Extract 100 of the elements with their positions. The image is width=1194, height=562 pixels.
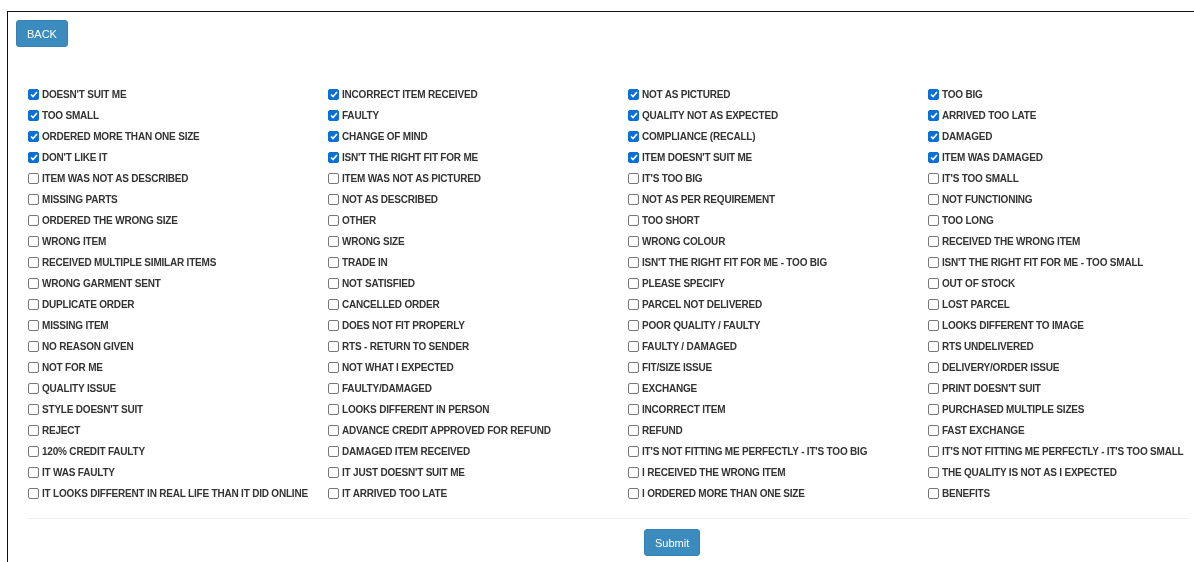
checkbox[interactable] (328, 362, 339, 373)
checkbox[interactable] (628, 215, 639, 226)
checkbox[interactable] (28, 236, 39, 247)
checkbox[interactable] (628, 320, 639, 331)
checkbox[interactable] (28, 194, 39, 205)
option-label: DAMAGED (942, 131, 993, 142)
checkbox[interactable] (928, 236, 939, 247)
checkbox[interactable] (628, 257, 639, 268)
checkbox[interactable] (928, 173, 939, 184)
checkbox[interactable] (928, 152, 939, 163)
checkbox[interactable] (328, 110, 339, 121)
option-label: PLEASE SPECIFY (642, 278, 725, 289)
checkbox[interactable] (628, 194, 639, 205)
checkbox[interactable] (328, 446, 339, 457)
submit-button[interactable]: Submit (644, 529, 701, 556)
checkbox[interactable] (328, 236, 339, 247)
checkbox[interactable] (28, 173, 39, 184)
checkbox[interactable] (928, 404, 939, 415)
checkbox[interactable] (928, 383, 939, 394)
option-label: IT WAS FAULTY (42, 467, 115, 478)
checkbox[interactable] (928, 299, 939, 310)
checkbox[interactable] (328, 467, 339, 478)
checkbox[interactable] (328, 425, 339, 436)
option-label: RTS UNDELIVERED (942, 341, 1034, 352)
checkbox[interactable] (28, 152, 39, 163)
checkbox[interactable] (628, 404, 639, 415)
checkbox[interactable] (28, 404, 39, 415)
option-label: ITEM WAS NOT AS DESCRIBED (42, 173, 189, 184)
option-label: FAULTY / DAMAGED (642, 341, 737, 352)
checkbox[interactable] (928, 320, 939, 331)
option-label: DELIVERY/ORDER ISSUE (942, 362, 1060, 373)
checkbox[interactable] (628, 383, 639, 394)
checkbox[interactable] (928, 278, 939, 289)
option-label: FIT/SIZE ISSUE (642, 362, 712, 373)
checkbox[interactable] (328, 257, 339, 268)
checkbox[interactable] (328, 152, 339, 163)
checkbox[interactable] (928, 257, 939, 268)
checkbox[interactable] (328, 488, 339, 499)
checkbox[interactable] (328, 341, 339, 352)
option-label: IT JUST DOESN'T SUIT ME (342, 467, 465, 478)
checkbox[interactable] (628, 152, 639, 163)
option-label: WRONG GARMENT SENT (42, 278, 161, 289)
checkbox[interactable] (28, 89, 39, 100)
option-label: OTHER (342, 215, 376, 226)
option-label: REFUND (642, 425, 683, 436)
option-label: COMPLIANCE (RECALL) (642, 131, 756, 142)
option-label: ISN'T THE RIGHT FIT FOR ME (342, 152, 479, 163)
option-label: INCORRECT ITEM RECEIVED (342, 89, 478, 100)
checkbox[interactable] (928, 362, 939, 373)
checkbox[interactable] (628, 299, 639, 310)
checkbox[interactable] (928, 194, 939, 205)
checkbox[interactable] (928, 488, 939, 499)
checkbox[interactable] (28, 110, 39, 121)
checkbox[interactable] (328, 194, 339, 205)
checkbox[interactable] (28, 299, 39, 310)
checkbox[interactable] (928, 425, 939, 436)
checkbox[interactable] (328, 215, 339, 226)
checkbox[interactable] (328, 89, 339, 100)
checkbox[interactable] (628, 236, 639, 247)
checkbox[interactable] (28, 215, 39, 226)
checkbox[interactable] (28, 320, 39, 331)
checkbox[interactable] (28, 383, 39, 394)
checkbox[interactable] (28, 425, 39, 436)
checkbox[interactable] (328, 299, 339, 310)
checkbox[interactable] (28, 131, 39, 142)
checkbox[interactable] (28, 278, 39, 289)
checkbox[interactable] (328, 131, 339, 142)
checkbox[interactable] (628, 173, 639, 184)
checkbox[interactable] (328, 278, 339, 289)
checkbox[interactable] (628, 278, 639, 289)
checkbox[interactable] (28, 362, 39, 373)
checkbox[interactable] (628, 341, 639, 352)
checkbox[interactable] (628, 425, 639, 436)
back-button[interactable]: BACK (16, 20, 68, 47)
checkbox[interactable] (928, 131, 939, 142)
checkbox[interactable] (28, 467, 39, 478)
checkbox[interactable] (928, 110, 939, 121)
checkbox[interactable] (628, 362, 639, 373)
checkbox[interactable] (28, 341, 39, 352)
checkbox[interactable] (328, 404, 339, 415)
checkbox[interactable] (328, 320, 339, 331)
checkbox[interactable] (928, 215, 939, 226)
checkbox[interactable] (628, 467, 639, 478)
checkbox[interactable] (628, 110, 639, 121)
option-label: 120% CREDIT FAULTY (42, 446, 145, 457)
checkbox[interactable] (28, 488, 39, 499)
checkbox[interactable] (328, 173, 339, 184)
option-label: PARCEL NOT DELIVERED (642, 299, 763, 310)
checkbox[interactable] (928, 89, 939, 100)
checkbox[interactable] (628, 131, 639, 142)
checkbox[interactable] (28, 446, 39, 457)
checkbox[interactable] (928, 467, 939, 478)
checkbox[interactable] (928, 341, 939, 352)
checkbox[interactable] (628, 488, 639, 499)
checkbox[interactable] (628, 89, 639, 100)
checkbox[interactable] (328, 383, 339, 394)
option-label: NOT AS PICTURED (642, 89, 731, 100)
checkbox[interactable] (628, 446, 639, 457)
checkbox[interactable] (928, 446, 939, 457)
checkbox[interactable] (28, 257, 39, 268)
